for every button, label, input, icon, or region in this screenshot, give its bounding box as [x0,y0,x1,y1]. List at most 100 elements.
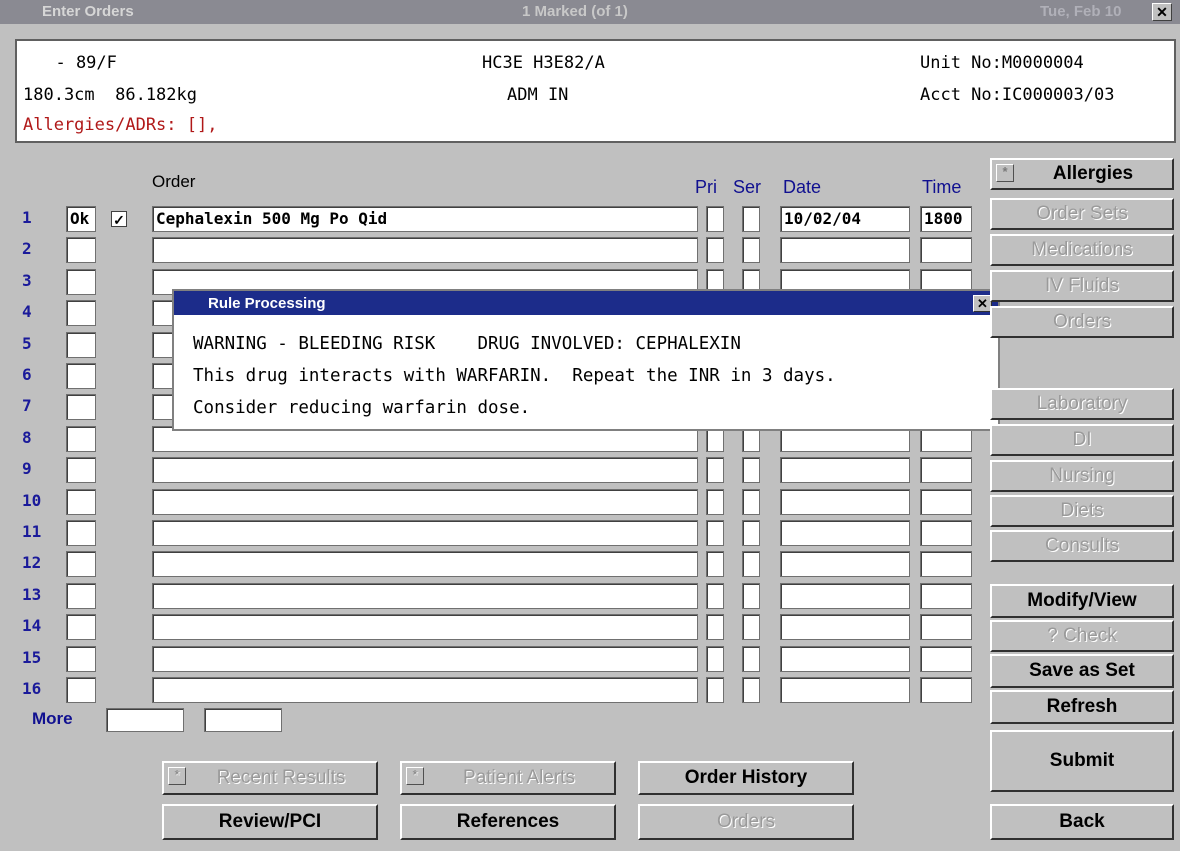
order-field[interactable] [152,583,698,609]
laboratory-button[interactable]: Laboratory [990,388,1174,420]
di-button[interactable]: DI [990,424,1174,456]
time-field[interactable] [920,551,972,577]
order-field[interactable]: Cephalexin 500 Mg Po Qid [152,206,698,232]
time-field[interactable] [920,646,972,672]
nursing-button[interactable]: Nursing [990,460,1174,492]
column-order: Order [152,172,196,191]
references-button[interactable]: References [400,804,616,840]
order-field[interactable] [152,489,698,515]
check-button[interactable]: ? Check [990,620,1174,652]
row-status-field[interactable] [66,332,96,358]
row-status-field[interactable] [66,520,96,546]
window-title: Enter Orders [42,3,134,20]
priority-field[interactable] [706,677,724,703]
back-button[interactable]: Back [990,804,1174,840]
order-field[interactable] [152,646,698,672]
time-field[interactable]: 1800 [920,206,972,232]
iv-fluids-button[interactable]: IV Fluids [990,270,1174,302]
row-status-field[interactable] [66,300,96,326]
date-field[interactable] [780,551,910,577]
orders-bottom-button[interactable]: Orders [638,804,854,840]
row-status-field[interactable] [66,269,96,295]
row-status-field[interactable] [66,677,96,703]
patient-alerts-button[interactable]: * Patient Alerts [400,761,616,795]
recent-results-button[interactable]: * Recent Results [162,761,378,795]
row-status-field[interactable] [66,614,96,640]
time-field[interactable] [920,237,972,263]
consults-button[interactable]: Consults [990,530,1174,562]
priority-field[interactable] [706,206,724,232]
account-number: Acct No:IC000003/03 [920,85,1115,105]
orders-side-button[interactable]: Orders [990,306,1174,338]
priority-field[interactable] [706,551,724,577]
order-field[interactable] [152,457,698,483]
date-field[interactable] [780,677,910,703]
series-field[interactable] [742,614,760,640]
priority-field[interactable] [706,489,724,515]
priority-field[interactable] [706,614,724,640]
priority-field[interactable] [706,237,724,263]
priority-field[interactable] [706,646,724,672]
priority-field[interactable] [706,457,724,483]
priority-field[interactable] [706,583,724,609]
row-status-field[interactable] [66,426,96,452]
time-field[interactable] [920,677,972,703]
date-field[interactable] [780,520,910,546]
row-number: 13 [22,585,42,604]
more-field-2[interactable] [204,708,282,732]
modify-view-button[interactable]: Modify/View [990,584,1174,618]
row-status-field[interactable] [66,551,96,577]
order-sets-button[interactable]: Order Sets [990,198,1174,230]
row-status-field[interactable] [66,394,96,420]
order-field[interactable] [152,614,698,640]
medications-button[interactable]: Medications [990,234,1174,266]
allergies-button[interactable]: * Allergies [990,158,1174,190]
series-field[interactable] [742,520,760,546]
refresh-button[interactable]: Refresh [990,690,1174,724]
row-checkbox[interactable]: ✓ [111,211,127,228]
save-as-set-button[interactable]: Save as Set [990,654,1174,688]
series-field[interactable] [742,489,760,515]
time-field[interactable] [920,489,972,515]
row-number: 15 [22,648,42,667]
diets-button[interactable]: Diets [990,495,1174,527]
series-field[interactable] [742,551,760,577]
date-field[interactable] [780,457,910,483]
series-field[interactable] [742,237,760,263]
row-number: 6 [22,365,32,384]
order-field[interactable] [152,551,698,577]
row-status-field[interactable] [66,457,96,483]
allergies-label: Allergies/ADRs: [23,115,177,135]
row-status-field[interactable] [66,489,96,515]
date-field[interactable] [780,583,910,609]
time-field[interactable] [920,520,972,546]
date-field[interactable] [780,614,910,640]
date-field[interactable] [780,646,910,672]
row-status-field[interactable] [66,583,96,609]
time-field[interactable] [920,614,972,640]
date-field[interactable] [780,237,910,263]
row-status-field[interactable] [66,363,96,389]
series-field[interactable] [742,583,760,609]
series-field[interactable] [742,677,760,703]
series-field[interactable] [742,206,760,232]
order-history-button[interactable]: Order History [638,761,854,795]
order-field[interactable] [152,520,698,546]
series-field[interactable] [742,457,760,483]
close-icon[interactable]: ✕ [1152,3,1172,21]
submit-button[interactable]: Submit [990,730,1174,792]
more-field-1[interactable] [106,708,184,732]
date-field[interactable]: 10/02/04 [780,206,910,232]
review-pci-button[interactable]: Review/PCI [162,804,378,840]
priority-field[interactable] [706,520,724,546]
rule-processing-dialog: Rule Processing ✕ WARNING - BLEEDING RIS… [172,289,1000,431]
time-field[interactable] [920,457,972,483]
date-field[interactable] [780,489,910,515]
row-status-field[interactable]: Ok [66,206,96,232]
time-field[interactable] [920,583,972,609]
order-field[interactable] [152,677,698,703]
row-status-field[interactable] [66,237,96,263]
order-field[interactable] [152,237,698,263]
row-status-field[interactable] [66,646,96,672]
series-field[interactable] [742,646,760,672]
